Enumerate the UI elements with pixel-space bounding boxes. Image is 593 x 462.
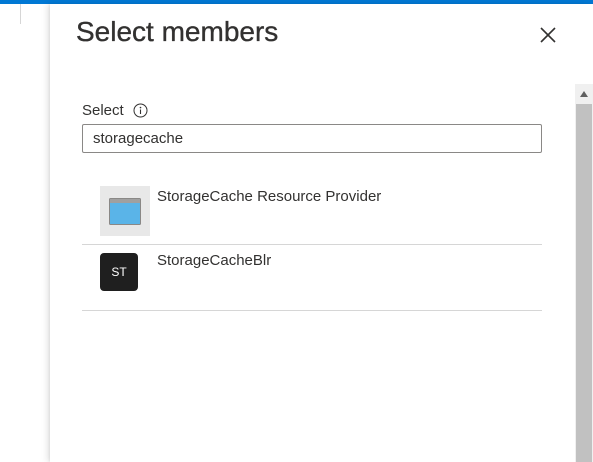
close-button[interactable] xyxy=(537,24,559,46)
info-icon[interactable] xyxy=(133,103,148,118)
scrollbar-thumb[interactable] xyxy=(576,104,592,462)
list-item[interactable]: ST StorageCacheBlr xyxy=(82,245,542,311)
avatar: ST xyxy=(100,253,138,291)
app-icon xyxy=(109,198,141,225)
background-divider xyxy=(20,4,21,24)
avatar xyxy=(100,186,150,236)
select-label: Select xyxy=(82,101,124,119)
result-name: StorageCache Resource Provider xyxy=(157,188,382,205)
scroll-up-arrow-icon xyxy=(580,91,588,97)
select-members-panel: Select members Select storagecache Stora… xyxy=(50,4,593,462)
background-page xyxy=(0,4,50,462)
panel-title: Select members xyxy=(76,16,279,47)
close-icon xyxy=(540,27,556,43)
scroll-up-button[interactable] xyxy=(575,84,593,104)
select-label-row: Select xyxy=(82,101,148,119)
search-results-list: StorageCache Resource Provider ST Storag… xyxy=(82,178,542,311)
vertical-scrollbar[interactable] xyxy=(575,84,593,462)
list-item[interactable]: StorageCache Resource Provider xyxy=(82,178,542,245)
search-input[interactable] xyxy=(82,124,542,153)
result-name: StorageCacheBlr xyxy=(157,252,272,269)
